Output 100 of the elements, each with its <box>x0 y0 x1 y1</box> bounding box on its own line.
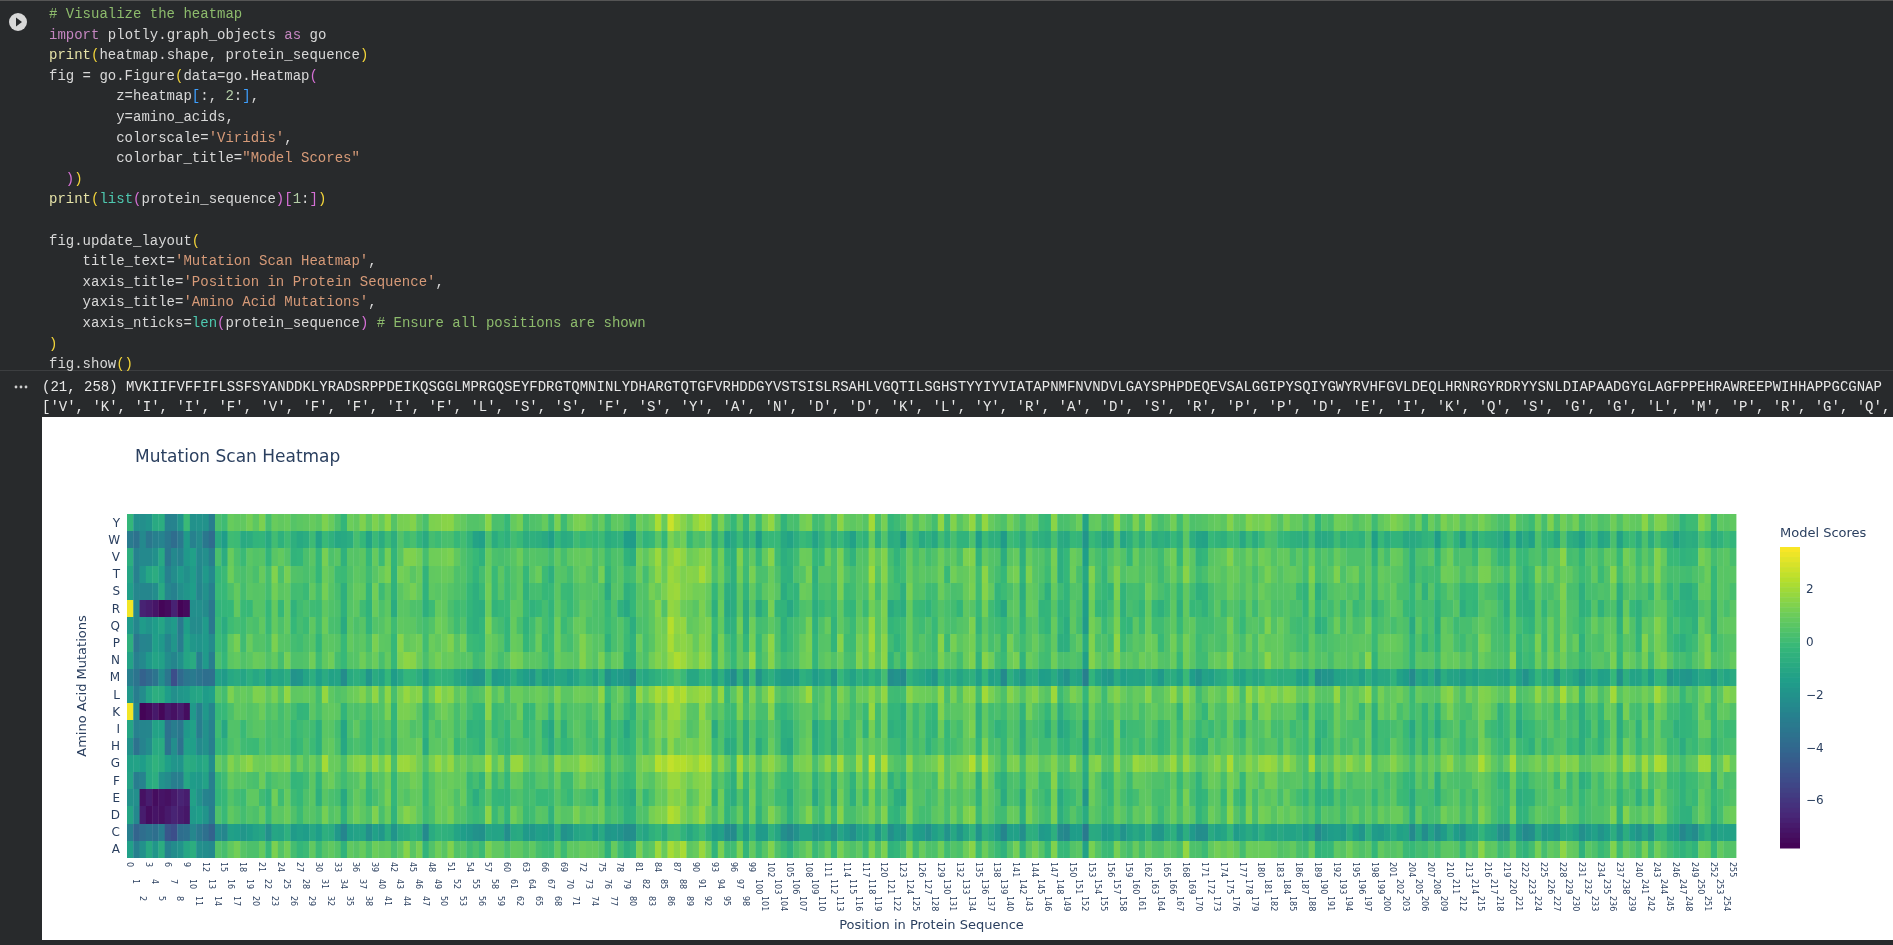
x-tick-label: 61 <box>508 879 518 890</box>
x-tick-label: 183 <box>1275 862 1285 878</box>
x-tick-label: 74 <box>590 896 600 907</box>
y-axis-label: K <box>112 704 120 719</box>
x-tick-label: 155 <box>1099 896 1109 912</box>
x-tick-label: 239 <box>1627 896 1637 912</box>
x-tick-label: 85 <box>659 879 669 890</box>
x-tick-label: 137 <box>986 896 996 912</box>
x-tick-label: 55 <box>470 879 480 890</box>
y-axis-label: G <box>110 756 120 771</box>
code-line: import plotly.graph_objects as go <box>49 25 328 45</box>
x-tick-label: 8 <box>175 896 185 902</box>
x-tick-label: 248 <box>1683 896 1693 912</box>
x-tick-label: 50 <box>439 896 449 907</box>
x-tick-label: 118 <box>866 879 876 895</box>
x-tick-label: 167 <box>1174 896 1184 912</box>
x-tick-label: 106 <box>791 879 801 895</box>
code-line: fig.show() <box>49 355 135 375</box>
x-tick-label: 179 <box>1250 896 1260 912</box>
x-tick-label: 220 <box>1507 879 1517 895</box>
x-tick-label: 105 <box>785 862 795 878</box>
x-tick-label: 104 <box>778 896 788 912</box>
x-tick-label: 250 <box>1696 879 1706 895</box>
x-tick-label: 96 <box>728 862 738 873</box>
x-tick-label: 34 <box>338 879 348 890</box>
x-tick-label: 230 <box>1570 896 1580 912</box>
x-tick-label: 180 <box>1256 862 1266 878</box>
x-tick-label: 65 <box>533 896 543 907</box>
x-tick-label: 23 <box>269 896 279 907</box>
x-tick-label: 189 <box>1313 862 1323 878</box>
x-tick-label: 89 <box>684 896 694 907</box>
y-axis-label: H <box>110 739 120 754</box>
x-tick-label: 233 <box>1589 896 1599 912</box>
x-tick-label: 84 <box>653 862 663 873</box>
x-tick-label: 90 <box>690 862 700 873</box>
colorbar-tick-label: 2 <box>1806 582 1814 597</box>
x-tick-label: 124 <box>904 879 914 895</box>
x-tick-label: 205 <box>1413 879 1423 895</box>
x-tick-label: 190 <box>1319 879 1329 895</box>
x-tick-label: 127 <box>923 879 933 895</box>
x-tick-label: 78 <box>615 862 625 873</box>
x-tick-label: 196 <box>1357 879 1367 895</box>
x-tick-label: 1 <box>131 879 141 885</box>
x-tick-label: 29 <box>307 896 317 907</box>
x-tick-label: 75 <box>596 862 606 873</box>
x-tick-label: 36 <box>351 862 361 873</box>
colorbar-title: Model Scores <box>1780 525 1867 540</box>
code-line: # Visualize the heatmap <box>49 5 244 24</box>
x-tick-label: 101 <box>759 896 769 912</box>
x-tick-label: 158 <box>1118 896 1128 912</box>
x-tick-label: 177 <box>1237 862 1247 878</box>
x-tick-label: 143 <box>1023 896 1033 912</box>
x-tick-label: 192 <box>1331 862 1341 878</box>
x-tick-label: 175 <box>1225 879 1235 895</box>
x-tick-label: 58 <box>489 879 499 890</box>
x-tick-label: 60 <box>502 862 512 873</box>
x-tick-label: 43 <box>395 879 405 890</box>
x-tick-label: 59 <box>495 896 505 907</box>
x-tick-label: 244 <box>1658 879 1668 895</box>
x-tick-label: 20 <box>250 896 260 907</box>
y-axis-label: W <box>108 532 120 547</box>
x-tick-label: 204 <box>1407 862 1417 878</box>
x-tick-label: 251 <box>1702 896 1712 912</box>
x-tick-label: 164 <box>1155 896 1165 912</box>
x-tick-label: 249 <box>1690 862 1700 878</box>
y-axis-label: C <box>111 825 120 840</box>
x-tick-label: 148 <box>1055 879 1065 895</box>
x-tick-label: 128 <box>929 896 939 912</box>
x-tick-label: 77 <box>609 896 619 907</box>
x-tick-label: 88 <box>678 879 688 890</box>
x-tick-label: 2 <box>137 896 147 902</box>
y-axis-label: Q <box>110 618 120 633</box>
x-tick-label: 243 <box>1652 862 1662 878</box>
x-tick-label: 247 <box>1677 879 1687 895</box>
y-axis-label: N <box>111 653 120 668</box>
x-tick-label: 139 <box>998 879 1008 895</box>
x-tick-label: 108 <box>803 862 813 878</box>
x-tick-label: 47 <box>420 896 430 907</box>
x-tick-label: 28 <box>301 879 311 890</box>
x-tick-label: 182 <box>1269 896 1279 912</box>
x-tick-label: 185 <box>1287 896 1297 912</box>
y-axis-label: A <box>111 842 120 857</box>
x-tick-label: 237 <box>1614 862 1624 878</box>
x-tick-label: 176 <box>1231 896 1241 912</box>
x-tick-label: 6 <box>162 862 172 868</box>
x-tick-label: 53 <box>458 896 468 907</box>
x-tick-label: 194 <box>1344 896 1354 912</box>
x-tick-label: 56 <box>477 896 487 907</box>
chart-title: Mutation Scan Heatmap <box>135 446 341 466</box>
x-tick-label: 95 <box>722 896 732 907</box>
x-tick-label: 9 <box>181 862 191 868</box>
x-tick-label: 49 <box>433 879 443 890</box>
x-tick-label: 33 <box>332 862 342 873</box>
x-tick-label: 26 <box>288 896 298 907</box>
x-tick-label: 102 <box>766 862 776 878</box>
y-axis-label: T <box>112 567 120 582</box>
x-tick-label: 30 <box>313 862 323 873</box>
x-tick-label: 7 <box>169 879 179 885</box>
x-tick-label: 199 <box>1375 879 1385 895</box>
x-tick-label: 149 <box>1061 896 1071 912</box>
